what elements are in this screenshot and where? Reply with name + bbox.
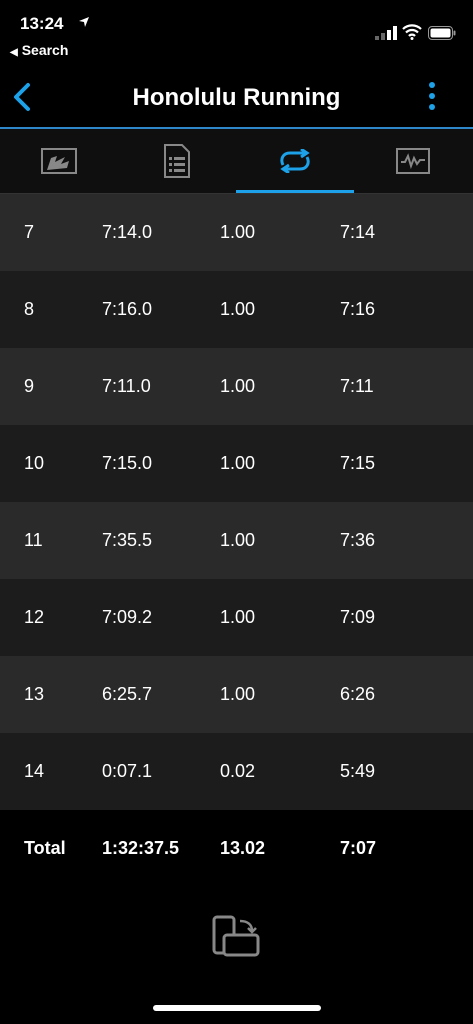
tab-details[interactable] xyxy=(118,129,236,193)
tab-laps[interactable] xyxy=(236,129,354,193)
total-row: Total 1:32:37.5 13.02 7:07 xyxy=(0,810,473,887)
lap-distance: 1.00 xyxy=(220,607,256,627)
lap-pace: 7:15 xyxy=(340,453,376,473)
lap-pace: 5:49 xyxy=(340,761,376,781)
laps-repeat-icon xyxy=(280,149,310,173)
table-row[interactable]: 14 0:07.1 0.02 5:49 xyxy=(0,733,473,810)
total-label: Total xyxy=(24,838,66,858)
activity-graph-icon xyxy=(396,148,430,174)
total-time: 1:32:37.5 xyxy=(102,838,180,858)
lap-number: 12 xyxy=(24,607,45,627)
lap-time: 6:25.7 xyxy=(102,684,153,704)
lap-time: 7:09.2 xyxy=(102,607,153,627)
lap-time: 0:07.1 xyxy=(102,761,153,781)
lap-number: 13 xyxy=(24,684,45,704)
lap-distance: 1.00 xyxy=(220,453,256,473)
rotate-device-icon[interactable] xyxy=(212,915,262,959)
total-distance: 13.02 xyxy=(220,838,266,858)
lap-distance: 1.00 xyxy=(220,684,256,704)
document-list-icon xyxy=(164,144,190,178)
lap-number: 10 xyxy=(24,453,45,473)
back-search-label: Search xyxy=(21,42,69,58)
wifi-icon xyxy=(402,24,422,40)
lap-time: 7:35.5 xyxy=(102,530,153,550)
laps-table: 7 7:14.0 1.00 7:14 8 7:16.0 1.00 7:16 9 7:11.0 1.0… xyxy=(0,194,473,887)
lap-pace: 7:16 xyxy=(340,299,376,319)
lap-distance: 1.00 xyxy=(220,299,256,319)
lap-distance: 0.02 xyxy=(220,761,256,781)
lap-pace: 7:14 xyxy=(340,222,376,242)
table-row[interactable]: 13 6:25.7 1.00 6:26 xyxy=(0,656,473,733)
lap-pace: 6:26 xyxy=(340,684,376,704)
map-chart-icon xyxy=(41,148,77,174)
lap-number: 7 xyxy=(24,222,35,242)
lap-time: 7:16.0 xyxy=(102,299,153,319)
back-triangle-icon: ◀ xyxy=(10,47,18,58)
lap-number: 9 xyxy=(24,376,35,396)
lap-number: 11 xyxy=(24,530,43,550)
table-row[interactable]: 9 7:11.0 1.00 7:11 xyxy=(0,348,473,425)
page-title: Honolulu Running xyxy=(132,84,341,111)
total-pace: 7:07 xyxy=(340,838,377,858)
table-row[interactable]: 8 7:16.0 1.00 7:16 xyxy=(0,271,473,348)
battery-icon xyxy=(428,26,456,40)
lap-pace: 7:09 xyxy=(340,607,376,627)
location-arrow-icon xyxy=(79,17,89,27)
home-indicator[interactable] xyxy=(153,1005,321,1011)
lap-time: 7:14.0 xyxy=(102,222,153,242)
lap-number: 8 xyxy=(24,299,35,319)
tab-bar xyxy=(0,129,473,194)
cellular-signal-icon xyxy=(375,26,397,40)
lap-number: 14 xyxy=(24,761,45,781)
status-bar: 13:24 ◀ Search xyxy=(0,0,473,70)
lap-distance: 1.00 xyxy=(220,376,256,396)
lap-pace: 7:11 xyxy=(340,376,374,396)
navigation-bar: Honolulu Running xyxy=(0,70,473,128)
table-row[interactable]: 12 7:09.2 1.00 7:09 xyxy=(0,579,473,656)
table-row[interactable]: 10 7:15.0 1.00 7:15 xyxy=(0,425,473,502)
lap-distance: 1.00 xyxy=(220,530,256,550)
tab-map[interactable] xyxy=(0,129,118,193)
table-row[interactable]: 11 7:35.5 1.00 7:36 xyxy=(0,502,473,579)
back-to-search[interactable]: ◀ Search xyxy=(10,42,68,58)
status-time: 13:24 xyxy=(20,14,64,33)
table-row[interactable]: 7 7:14.0 1.00 7:14 xyxy=(0,194,473,271)
lap-distance: 1.00 xyxy=(220,222,256,242)
tab-charts[interactable] xyxy=(354,129,472,193)
lap-pace: 7:36 xyxy=(340,530,376,550)
lap-time: 7:11.0 xyxy=(102,376,151,396)
more-options-icon[interactable] xyxy=(424,80,440,114)
lap-time: 7:15.0 xyxy=(102,453,153,473)
